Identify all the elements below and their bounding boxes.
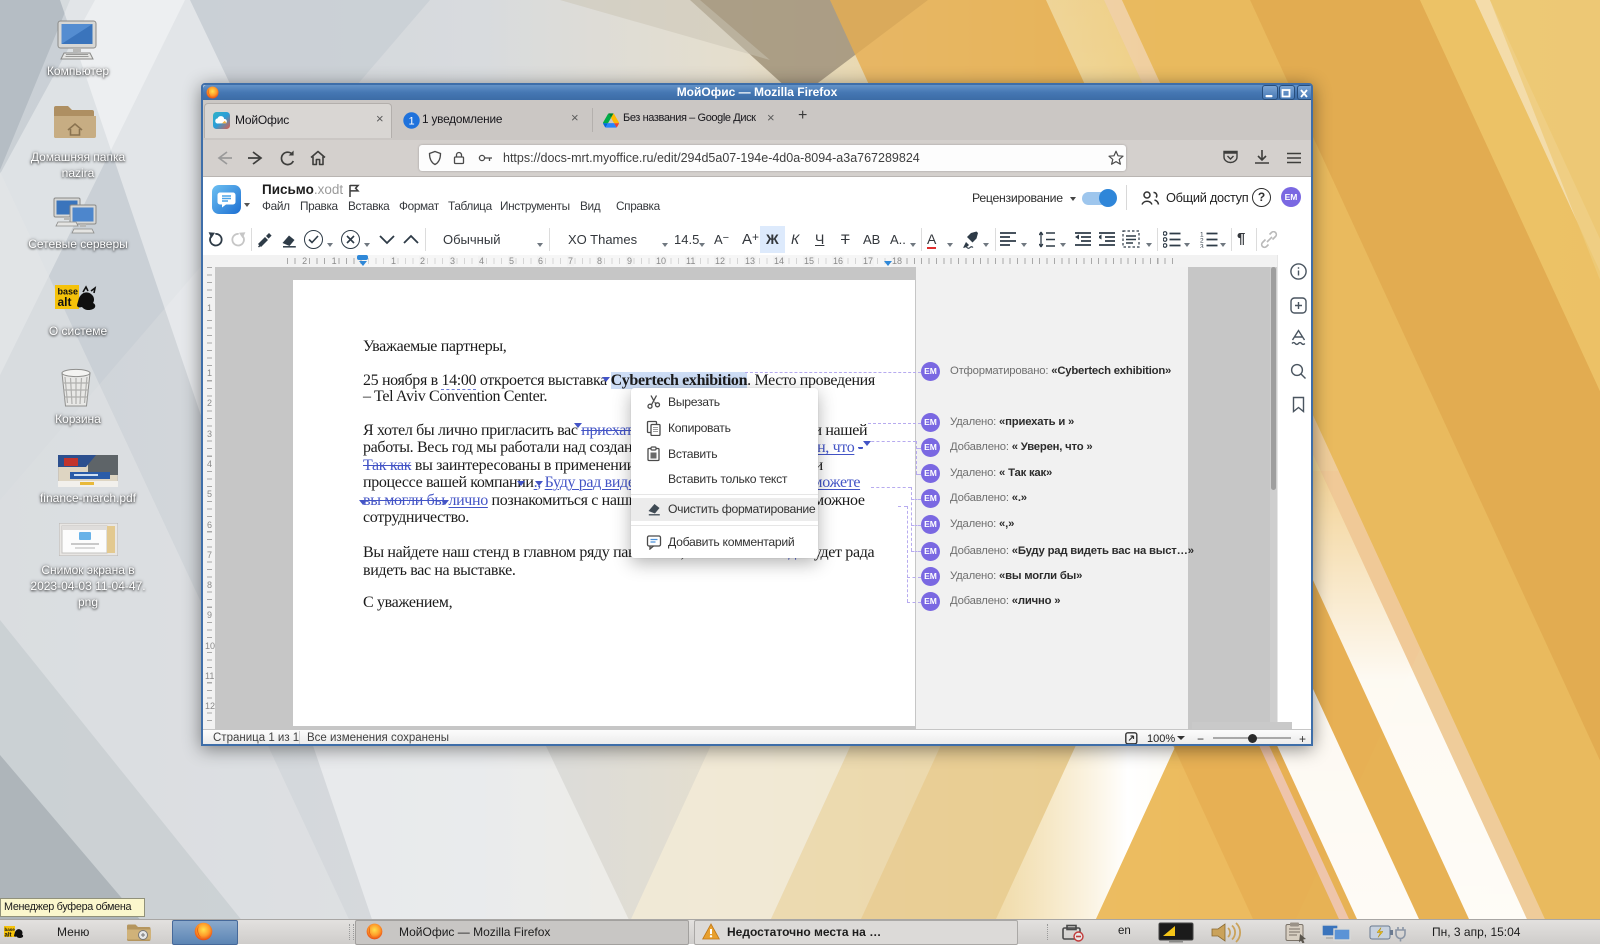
- svg-text:base: base: [5, 927, 16, 932]
- svg-text:1: 1: [408, 116, 414, 128]
- svg-text:alt: alt: [58, 295, 72, 309]
- svg-text:3: 3: [1200, 244, 1204, 249]
- svg-text:alt: alt: [5, 933, 12, 939]
